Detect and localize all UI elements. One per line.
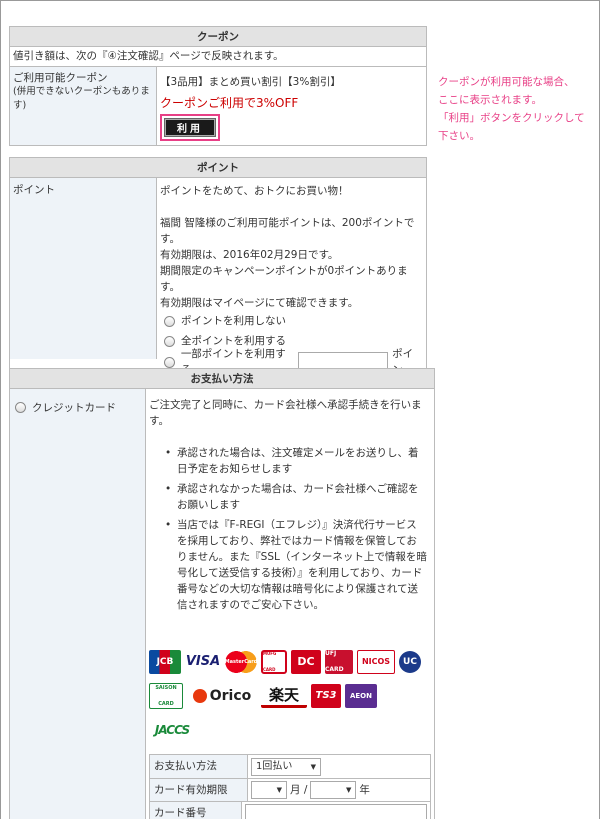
- point-intro: ポイントをためて、おトクにお買い物！: [160, 185, 349, 197]
- coupon-note: 値引き額は、次の『④注文確認』ページで反映されます。: [13, 50, 284, 62]
- logo-row-3: JACCS: [149, 716, 431, 744]
- payment-header: お支払い方法: [10, 369, 434, 389]
- coupon-section: クーポン 値引き額は、次の『④注文確認』ページで反映されます。 ご利用可能クーポ…: [9, 26, 427, 146]
- note-approved: 承認された場合は、注文確定メールをお送りし、着日予定をお知らせします: [177, 447, 419, 475]
- point-value-cell: ポイントをためて、おトクにお買い物！ 福間 智隆様のご利用可能ポイントは、200…: [157, 178, 426, 393]
- payment-intro: ご注文完了と同時に、カード会社様へ承認手続きを行います。: [149, 399, 422, 427]
- table-row: カード番号: [150, 801, 430, 819]
- logo-row-2: SAISON CARD Orico 楽天 TS3 AEON: [149, 682, 431, 710]
- point-campaign-text: 期間限定のキャンペーンポイントが0ポイントあります。: [160, 265, 408, 293]
- radio-button[interactable]: [15, 401, 26, 413]
- point-option-none[interactable]: ポイントを利用しない: [160, 311, 423, 331]
- page-frame: クーポン 値引き額は、次の『④注文確認』ページで反映されます。 ご利用可能クーポ…: [0, 0, 600, 819]
- coupon-discount-text: クーポンご利用で3%OFF: [160, 96, 299, 110]
- list-item: • 承認されなかった場合は、カード会社様へご確認をお願いします: [165, 481, 431, 513]
- dc-logo: DC: [291, 650, 321, 674]
- table-row: お支払い方法 1回払い ▼: [150, 755, 430, 778]
- card-logos: JCB VISA MasterCard MUFG CARD DC UFJ CAR…: [149, 648, 431, 744]
- radio-button[interactable]: [164, 315, 175, 327]
- callout-line-1: クーポンが利用可能な場合、: [438, 76, 575, 88]
- orico-text: Orico: [209, 688, 252, 704]
- coupon-name: 【3品用】まとめ買い割引【3%割引】: [160, 76, 341, 88]
- installment-select[interactable]: 1回払い ▼: [251, 757, 321, 776]
- card-expiry-label: カード有効期限: [150, 779, 248, 801]
- coupon-header: クーポン: [10, 27, 426, 47]
- aeon-logo: AEON: [345, 684, 377, 708]
- expiry-year-select[interactable]: ▼: [310, 781, 357, 799]
- orico-icon: [192, 689, 207, 703]
- callout-line-3: 「利用」ボタンをクリックして: [438, 112, 585, 124]
- year-suffix: 年: [359, 784, 370, 796]
- note-rejected: 承認されなかった場合は、カード会社様へご確認をお願いします: [177, 483, 419, 511]
- coupon-value-cell: 【3品用】まとめ買い割引【3%割引】 クーポンご利用で3%OFF 利用: [157, 67, 426, 145]
- use-coupon-button[interactable]: 利用: [164, 118, 216, 137]
- card-form-table: お支払い方法 1回払い ▼ カード有効期限 ▼ 月 / ▼ 年 カード番号: [149, 754, 431, 819]
- payment-label-cell: クレジットカード: [10, 389, 146, 819]
- jcb-logo: JCB: [149, 650, 181, 674]
- nicos-logo: NICOS: [357, 650, 395, 674]
- ufj-logo: UFJ CARD: [325, 650, 353, 674]
- ts3-logo: TS3: [311, 684, 341, 708]
- callout-line-4: 下さい。: [438, 130, 480, 142]
- payment-notes: • 承認された場合は、注文確定メールをお送りし、着日予定をお知らせします • 承認さ…: [165, 445, 431, 613]
- chevron-down-icon: ▼: [346, 786, 352, 794]
- chevron-down-icon: ▼: [310, 762, 316, 771]
- credit-card-label: クレジットカード: [32, 401, 116, 414]
- uc-logo: UC: [399, 651, 421, 673]
- note-security: 当店では『F-REGI（エフレジ）』決済代行サービスを採用しており、弊社ではカー…: [177, 519, 427, 611]
- coupon-label-sub: (併用できないクーポンもあります): [13, 86, 150, 111]
- list-item: • 当店では『F-REGI（エフレジ）』決済代行サービスを採用しており、弊社ではカ…: [165, 519, 427, 611]
- mastercard-logo: MasterCard: [225, 650, 257, 674]
- jaccs-logo: JACCS: [154, 723, 190, 737]
- point-row: ポイント ポイントをためて、おトクにお買い物！ 福間 智隆様のご利用可能ポイント…: [10, 178, 426, 393]
- expiry-month-select[interactable]: ▼: [251, 781, 287, 799]
- coupon-callout: クーポンが利用可能な場合、 ここに表示されます。 「利用」ボタンをクリックして …: [438, 73, 598, 145]
- visa-logo: VISA: [185, 654, 221, 669]
- list-item: • 承認された場合は、注文確定メールをお送りし、着日予定をお知らせします: [165, 445, 431, 477]
- payment-row: クレジットカード ご注文完了と同時に、カード会社様へ承認手続きを行います。 • 承…: [10, 389, 434, 819]
- coupon-label: ご利用可能クーポン: [13, 72, 108, 84]
- orico-logo: Orico: [187, 684, 257, 708]
- payment-value-cell: ご注文完了と同時に、カード会社様へ承認手続きを行います。 • 承認された場合は、注…: [146, 389, 434, 819]
- rakuten-logo: 楽天: [261, 684, 307, 708]
- coupon-row: ご利用可能クーポン (併用できないクーポンもあります) 【3品用】まとめ買い割引…: [10, 66, 426, 145]
- mufg-logo: MUFG CARD: [261, 650, 287, 674]
- point-option-none-label: ポイントを利用しない: [181, 315, 286, 327]
- point-expiry-text: 有効期限は、2016年02月29日です。: [160, 249, 339, 261]
- point-label: ポイント: [10, 178, 157, 359]
- month-separator: 月 /: [290, 784, 308, 796]
- logo-row-1: JCB VISA MasterCard MUFG CARD DC UFJ CAR…: [149, 648, 431, 676]
- coupon-label-cell: ご利用可能クーポン (併用できないクーポンもあります): [10, 67, 157, 145]
- radio-button[interactable]: [164, 356, 175, 368]
- point-available-text: 福間 智隆様のご利用可能ポイントは、200ポイントです。: [160, 217, 415, 245]
- saison-logo: SAISON CARD: [149, 683, 183, 709]
- callout-line-2: ここに表示されます。: [438, 94, 542, 106]
- table-row: カード有効期限 ▼ 月 / ▼ 年: [150, 778, 430, 801]
- card-number-label: カード番号: [150, 802, 242, 819]
- payment-section: お支払い方法 クレジットカード ご注文完了と同時に、カード会社様へ承認手続きを行…: [9, 368, 435, 819]
- use-button-highlight: 利用: [160, 114, 220, 141]
- credit-card-option[interactable]: クレジットカード: [13, 397, 142, 417]
- card-number-input[interactable]: [245, 804, 427, 819]
- point-mypage-text: 有効期限はマイページにて確認できます。: [160, 297, 359, 309]
- radio-button[interactable]: [164, 335, 175, 347]
- point-header: ポイント: [10, 158, 426, 178]
- point-section: ポイント ポイント ポイントをためて、おトクにお買い物！ 福間 智隆様のご利用可…: [9, 157, 427, 394]
- chevron-down-icon: ▼: [276, 786, 282, 794]
- payment-method-label: お支払い方法: [150, 755, 248, 778]
- installment-select-value: 1回払い: [256, 760, 293, 772]
